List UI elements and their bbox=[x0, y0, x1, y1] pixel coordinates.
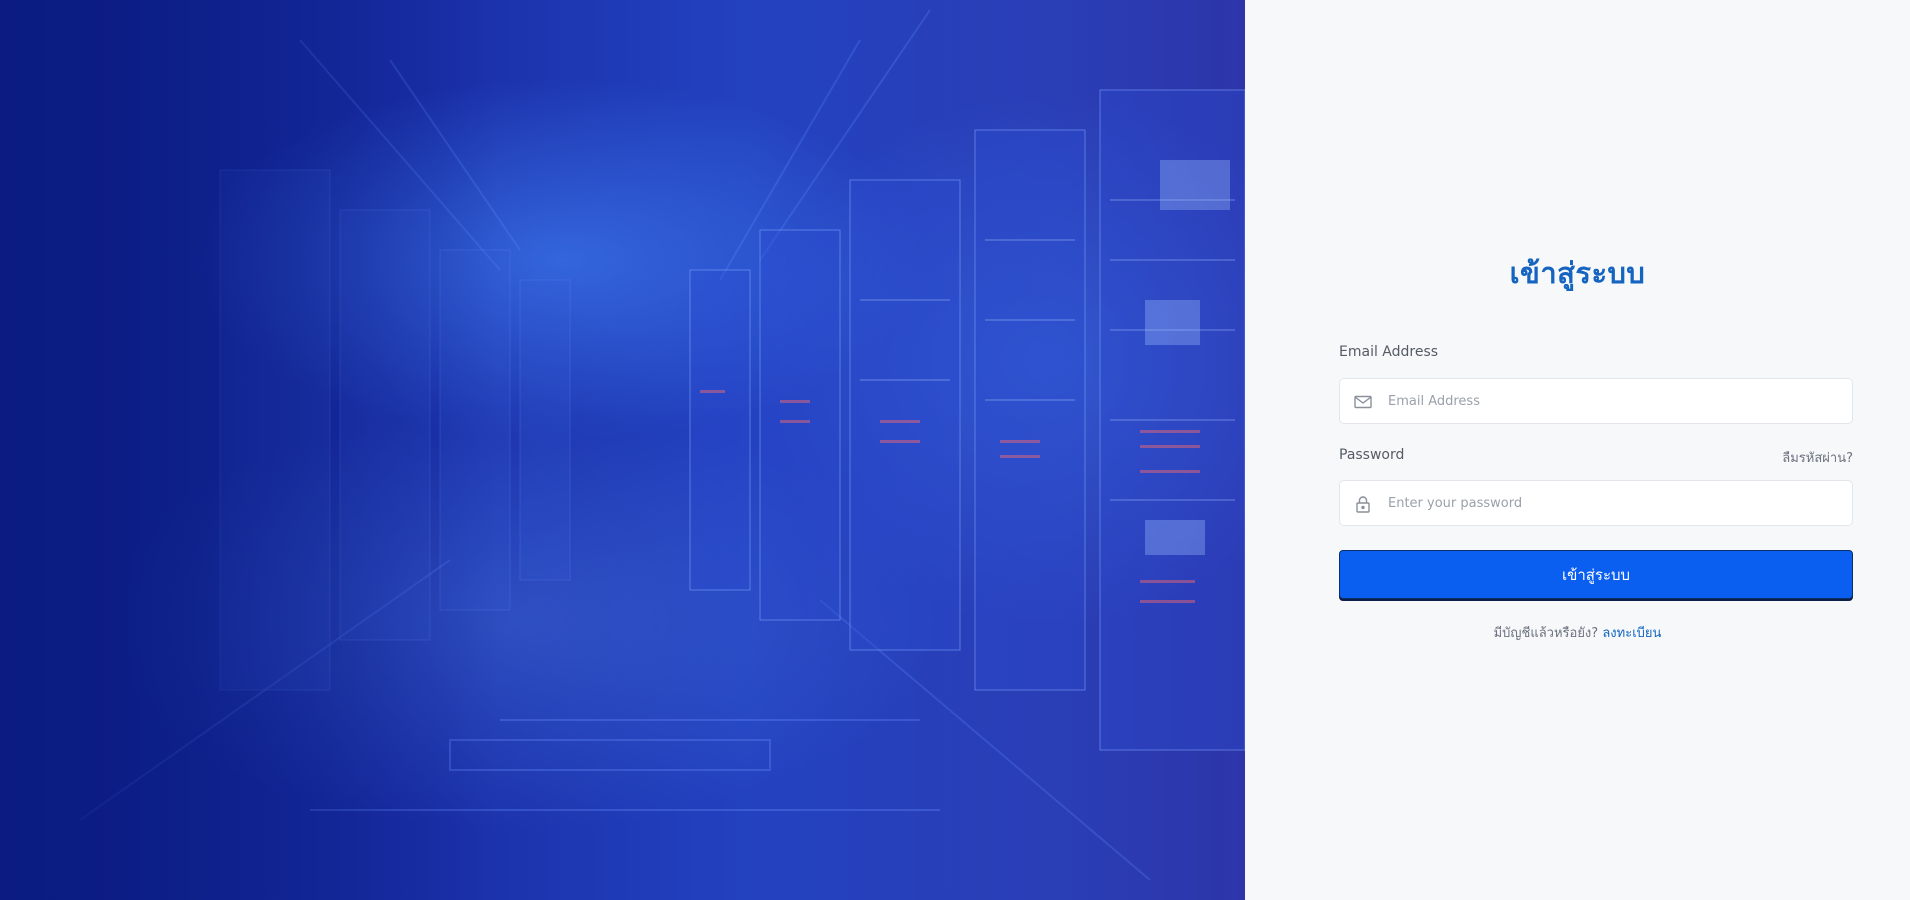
register-link[interactable]: ลงทะเบียน bbox=[1602, 626, 1661, 641]
register-row: มีบัญชีแล้วหรือยัง? ลงทะเบียน bbox=[1245, 622, 1910, 643]
login-button[interactable]: เข้าสู่ระบบ bbox=[1339, 550, 1853, 599]
email-input[interactable] bbox=[1388, 379, 1843, 423]
password-field-container bbox=[1339, 480, 1853, 526]
forgot-password-link[interactable]: ลืมรหัสผ่าน? bbox=[1782, 447, 1853, 468]
password-input[interactable] bbox=[1388, 481, 1843, 525]
server-room-illustration bbox=[0, 0, 1245, 900]
login-panel: เข้าสู่ระบบ Email Address Password ลืมรห… bbox=[1245, 0, 1910, 900]
login-title: เข้าสู่ระบบ bbox=[1509, 256, 1646, 290]
email-label: Email Address bbox=[1339, 344, 1439, 360]
password-label: Password bbox=[1339, 447, 1405, 463]
lock-icon bbox=[1353, 494, 1373, 514]
register-prompt: มีบัญชีแล้วหรือยัง? bbox=[1493, 626, 1599, 641]
hero-image bbox=[0, 0, 1245, 900]
envelope-icon bbox=[1353, 392, 1373, 412]
email-field-container bbox=[1339, 378, 1853, 424]
